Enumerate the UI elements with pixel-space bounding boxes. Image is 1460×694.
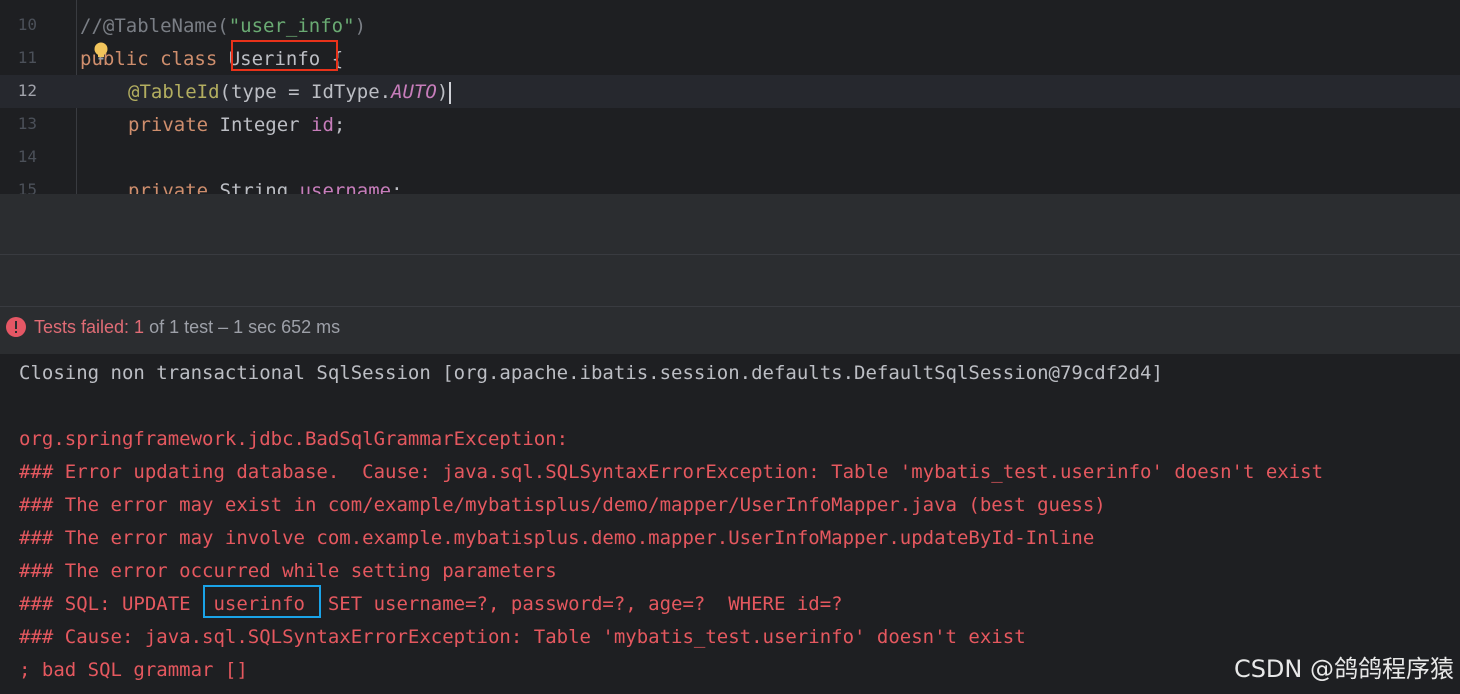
line-number: 12 bbox=[17, 81, 37, 100]
editor-line-14[interactable]: 14 bbox=[0, 141, 1460, 174]
editor-line-13[interactable]: 13 private Integer id; bbox=[0, 108, 1460, 141]
tool-window-area bbox=[0, 194, 1460, 306]
editor-line-10[interactable]: 10 //@TableName("user_info") bbox=[0, 9, 1460, 42]
line-number: 14 bbox=[17, 147, 37, 166]
table-name-highlight-box bbox=[203, 585, 321, 618]
console-line: ### Cause: java.sql.SQLSyntaxErrorExcept… bbox=[19, 626, 1026, 648]
console-line: ### The error may exist in com/example/m… bbox=[19, 494, 1106, 516]
editor-line-11[interactable]: 11 public class Userinfo { bbox=[0, 42, 1460, 75]
editor-line-12[interactable]: 12 @TableId(type = IdType.AUTO) bbox=[0, 75, 1460, 108]
code-line-text: @TableId(type = IdType.AUTO) bbox=[128, 81, 452, 104]
code-line-text: //@TableName("user_info") bbox=[80, 15, 367, 37]
console-line: ; bad SQL grammar [] bbox=[19, 659, 248, 681]
lightbulb-icon[interactable] bbox=[93, 42, 109, 62]
panel-divider bbox=[0, 254, 1460, 255]
console-line: ### SQL: UPDATE userinfo SET username=?,… bbox=[19, 593, 843, 615]
test-status-bar: Tests failed: 1 of 1 test – 1 sec 652 ms bbox=[0, 306, 1460, 354]
editor-line-9[interactable]: { bbox=[0, 0, 1460, 3]
console-line: org.springframework.jdbc.BadSqlGrammarEx… bbox=[19, 428, 580, 450]
code-line-text: private String username; bbox=[128, 180, 403, 194]
test-result-summary: Tests failed: 1 of 1 test – 1 sec 652 ms bbox=[34, 317, 341, 337]
error-circle-icon bbox=[6, 317, 26, 337]
console-line: ### The error may involve com.example.my… bbox=[19, 527, 1095, 549]
line-number: 11 bbox=[17, 48, 37, 67]
line-number: 15 bbox=[17, 180, 37, 194]
code-line-text: private Integer id; bbox=[128, 114, 346, 136]
console-line: ### The error occurred while setting par… bbox=[19, 560, 557, 582]
editor-line-15[interactable]: 15 private String username; bbox=[0, 174, 1460, 194]
class-name-highlight-box bbox=[231, 40, 338, 71]
text-caret bbox=[449, 81, 452, 104]
code-editor[interactable]: { 10 //@TableName("user_info") 11 public… bbox=[0, 0, 1460, 194]
console-line: ### Error updating database. Cause: java… bbox=[19, 461, 1324, 483]
watermark: CSDN @鸽鸽程序猿 bbox=[1233, 655, 1454, 683]
line-number: 10 bbox=[17, 15, 37, 34]
console-output[interactable]: Closing non transactional SqlSession [or… bbox=[0, 354, 1460, 694]
console-line: Closing non transactional SqlSession [or… bbox=[19, 362, 1163, 384]
line-number: 13 bbox=[17, 114, 37, 133]
